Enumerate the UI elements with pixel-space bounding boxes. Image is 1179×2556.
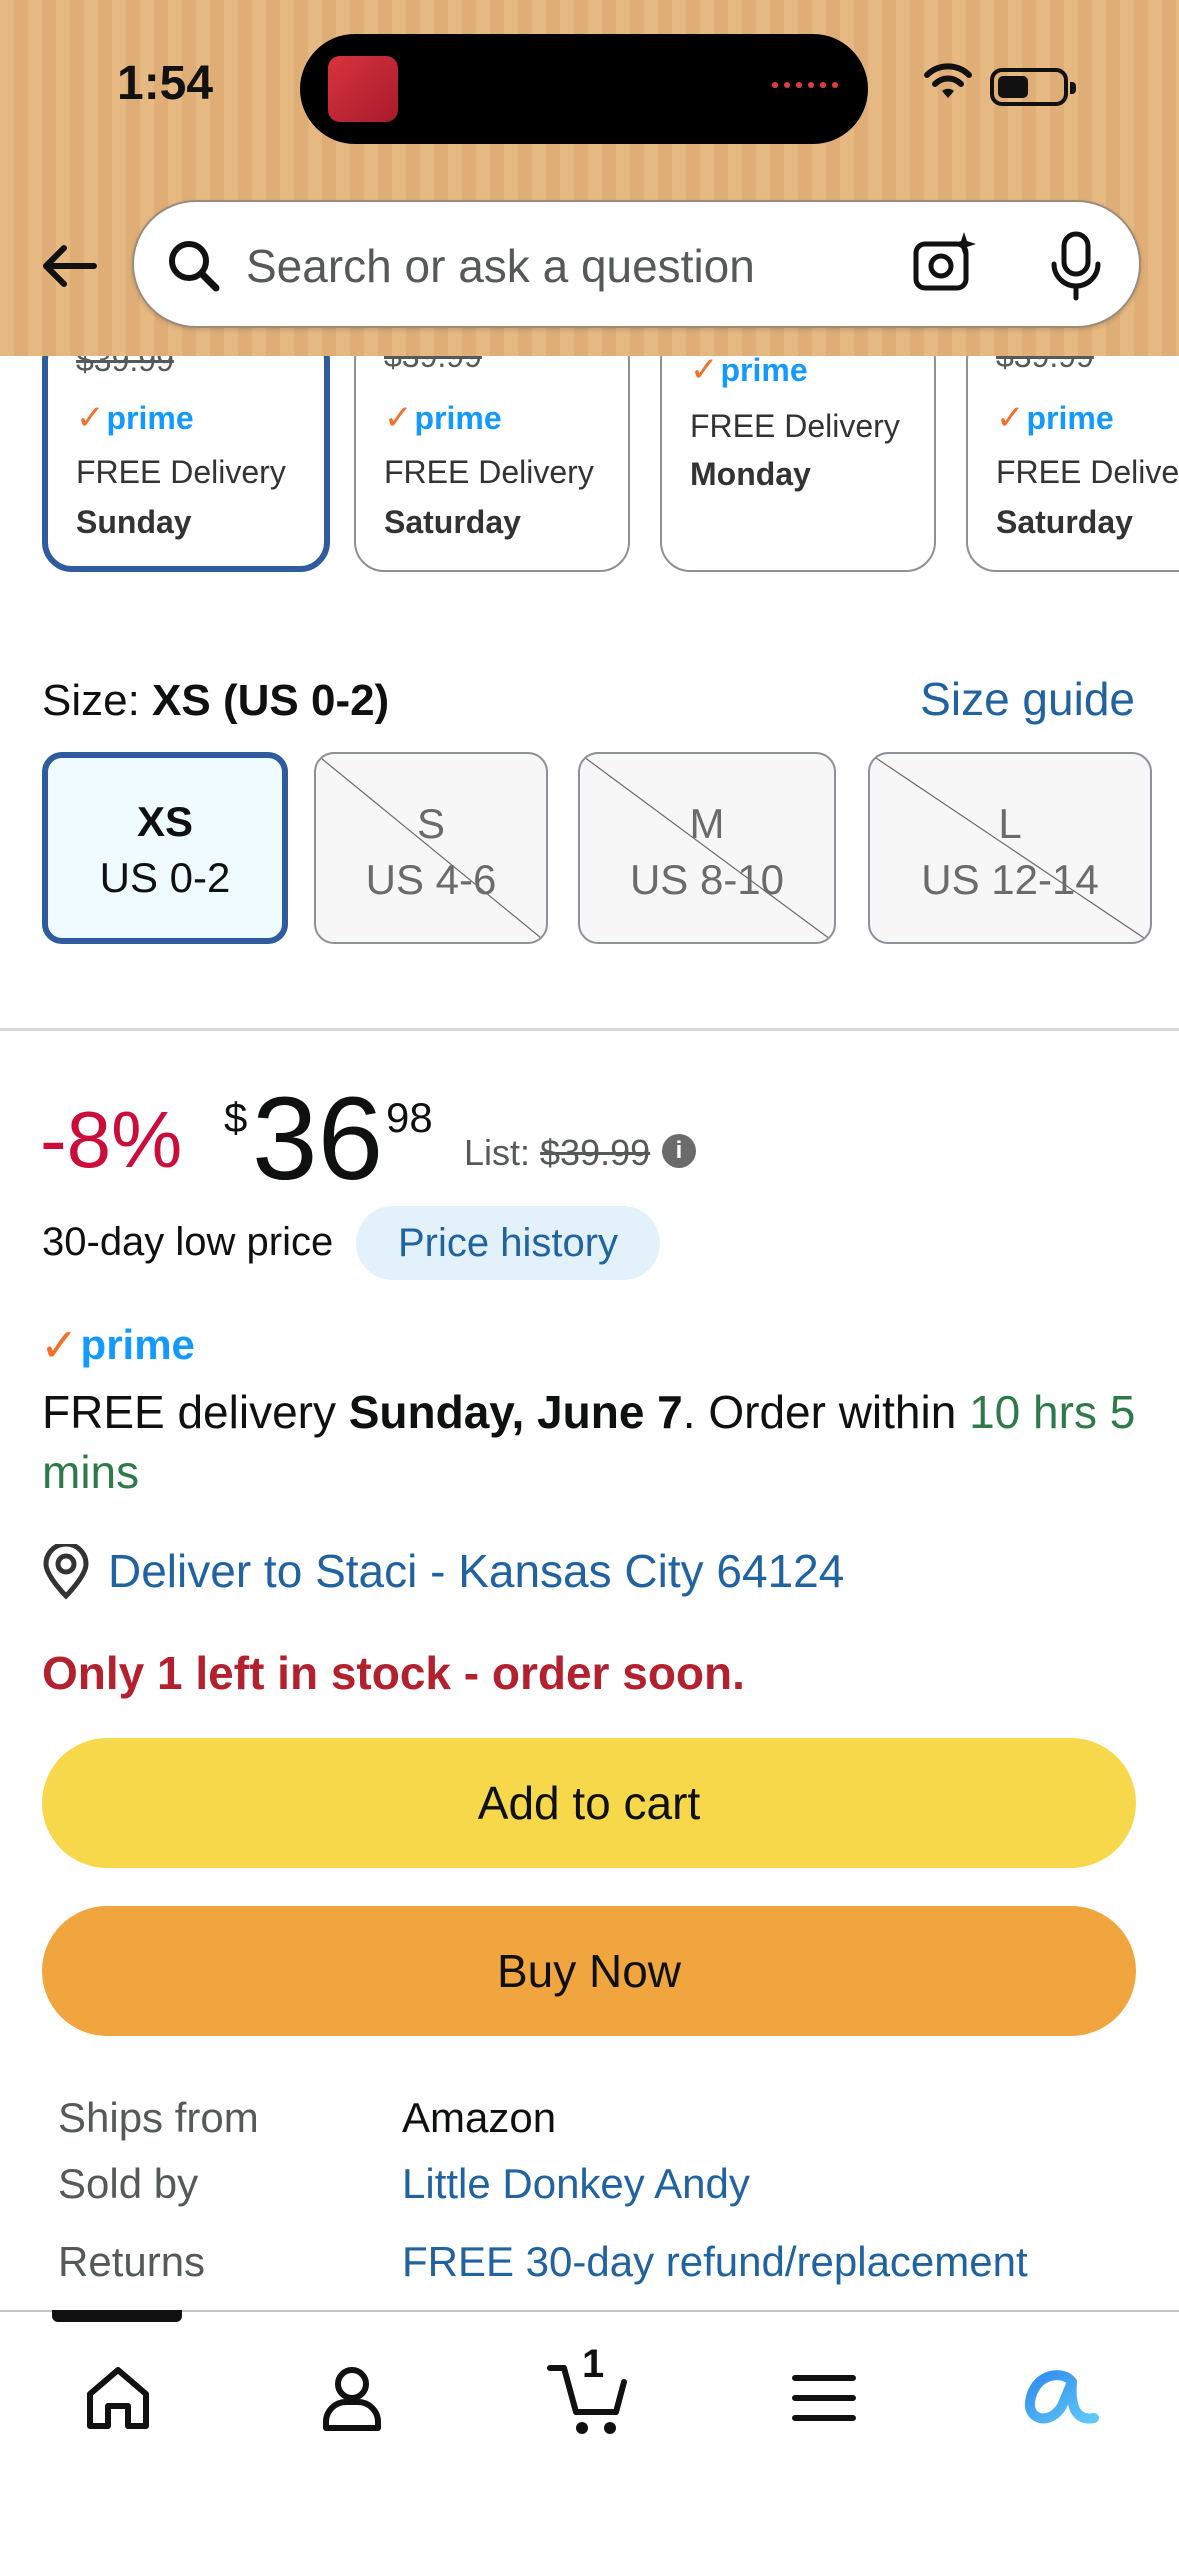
bottom-navigation: 1 xyxy=(0,2310,1179,2556)
option-delivery-day: Monday xyxy=(690,456,811,492)
returns-label: Returns xyxy=(58,2238,206,2285)
price-history-button[interactable]: Price history xyxy=(356,1206,660,1280)
add-to-cart-button[interactable]: Add to cart xyxy=(42,1738,1136,1868)
size-option-range: US 8-10 xyxy=(629,856,785,903)
prime-check-icon: ✓ xyxy=(690,351,719,389)
back-button[interactable] xyxy=(30,228,106,304)
hamburger-menu-icon xyxy=(792,2375,856,2421)
ships-from-label: Ships from xyxy=(58,2094,259,2141)
seller-link[interactable]: Little Donkey Andy xyxy=(402,2160,750,2208)
prime-check-icon: ✓ xyxy=(40,1319,79,1371)
search-input[interactable] xyxy=(246,228,886,304)
option-delivery-day: Sunday xyxy=(76,504,192,540)
prime-badge: ✓ prime xyxy=(996,399,1114,437)
nav-cart[interactable]: 1 xyxy=(538,2342,638,2448)
sold-by-label: Sold by xyxy=(58,2160,199,2207)
delivery-date: Sunday, June 7 xyxy=(348,1386,683,1438)
camera-search-icon[interactable] xyxy=(910,230,978,298)
size-option-label: S xyxy=(416,800,445,847)
size-option-l[interactable]: L US 12-14 xyxy=(868,752,1152,944)
dynamic-island xyxy=(300,34,868,144)
audio-waveform-icon xyxy=(772,82,838,88)
prime-badge: ✓ prime xyxy=(384,399,502,437)
option-delivery-day: Saturday xyxy=(996,504,1133,540)
discount-percent: -8% xyxy=(40,1095,183,1184)
arrow-left-icon xyxy=(43,245,97,287)
nav-account[interactable] xyxy=(302,2348,402,2448)
size-guide-link[interactable]: Size guide xyxy=(920,672,1135,726)
prime-badge: ✓ prime xyxy=(76,399,194,437)
delivery-option-card[interactable]: ✓ prime FREE Delivery Monday xyxy=(660,330,936,572)
cart-count-badge: 1 xyxy=(582,2342,605,2386)
size-option-range: US 12-14 xyxy=(921,856,1099,903)
size-label: Size: XS (US 0-2) xyxy=(42,676,390,725)
returns-policy-link[interactable]: FREE 30-day refund/replacement xyxy=(402,2238,1028,2286)
home-icon xyxy=(87,2367,149,2429)
size-option-xs[interactable]: XS US 0-2 xyxy=(42,752,288,944)
now-playing-artwork xyxy=(328,56,398,122)
prime-check-icon: ✓ xyxy=(384,399,413,437)
option-delivery-label: FREE Deliver xyxy=(996,454,1179,490)
buy-now-button[interactable]: Buy Now xyxy=(42,1906,1136,2036)
status-time: 1:54 xyxy=(117,57,214,110)
nav-home[interactable] xyxy=(68,2348,168,2448)
unavailable-strike-icon xyxy=(870,754,1150,942)
rufus-ai-icon xyxy=(1024,2370,1099,2424)
battery-icon xyxy=(990,68,1076,106)
search-bar[interactable] xyxy=(132,200,1141,328)
list-price-value: $39.99 xyxy=(540,1132,651,1173)
delivery-message: FREE delivery Sunday, June 7. Order with… xyxy=(42,1386,1136,1498)
size-option-range: US 4-6 xyxy=(365,856,497,903)
size-option-label: L xyxy=(998,800,1022,847)
size-option-label: XS xyxy=(136,798,194,845)
location-pin-icon xyxy=(43,1544,89,1600)
delivery-option-card[interactable]: $39.99 ✓ prime FREE Deliver Saturday xyxy=(966,330,1179,572)
size-option-s[interactable]: S US 4-6 xyxy=(314,752,548,944)
microphone-icon[interactable] xyxy=(1046,230,1106,302)
option-delivery-label: FREE Delivery xyxy=(76,454,286,490)
size-option-m[interactable]: M US 8-10 xyxy=(578,752,836,944)
stock-warning: Only 1 left in stock - order soon. xyxy=(42,1647,745,1699)
prime-check-icon: ✓ xyxy=(76,399,105,437)
price-currency: $ xyxy=(224,1094,248,1141)
list-price: List: $39.99 xyxy=(464,1132,651,1173)
delivery-option-card[interactable]: $39.99 ✓ prime FREE Delivery Saturday xyxy=(354,330,630,572)
search-icon xyxy=(169,241,220,292)
deliver-to-link[interactable]: Deliver to Staci - Kansas City 64124 xyxy=(108,1544,844,1598)
size-option-range: US 0-2 xyxy=(99,854,231,901)
unavailable-strike-icon xyxy=(580,754,834,942)
price-whole: 36 xyxy=(252,1073,384,1205)
ships-from-value: Amazon xyxy=(402,2094,557,2141)
section-divider xyxy=(0,1028,1179,1031)
option-delivery-label: FREE Delivery xyxy=(690,408,900,444)
nav-rufus-ai[interactable] xyxy=(1010,2348,1110,2448)
wifi-icon xyxy=(924,63,972,98)
unavailable-strike-icon xyxy=(316,754,546,942)
option-delivery-day: Saturday xyxy=(384,504,521,540)
info-icon[interactable]: i xyxy=(662,1134,696,1168)
selected-size-value: XS (US 0-2) xyxy=(152,676,390,725)
active-tab-indicator xyxy=(52,2310,182,2322)
nav-menu[interactable] xyxy=(774,2348,874,2448)
option-delivery-label: FREE Delivery xyxy=(384,454,594,490)
prime-badge: ✓ prime xyxy=(690,351,808,389)
prime-logo: ✓ prime xyxy=(40,1319,195,1371)
person-icon xyxy=(323,2367,381,2431)
delivery-option-card[interactable]: $39.99 ✓ prime FREE Delivery Sunday xyxy=(42,330,330,572)
size-option-label: M xyxy=(689,800,725,847)
prime-check-icon: ✓ xyxy=(996,399,1025,437)
low-price-badge: 30-day low price xyxy=(42,1220,334,1264)
price-fraction: 98 xyxy=(386,1094,433,1141)
app-header: 1:54 xyxy=(0,0,1179,356)
